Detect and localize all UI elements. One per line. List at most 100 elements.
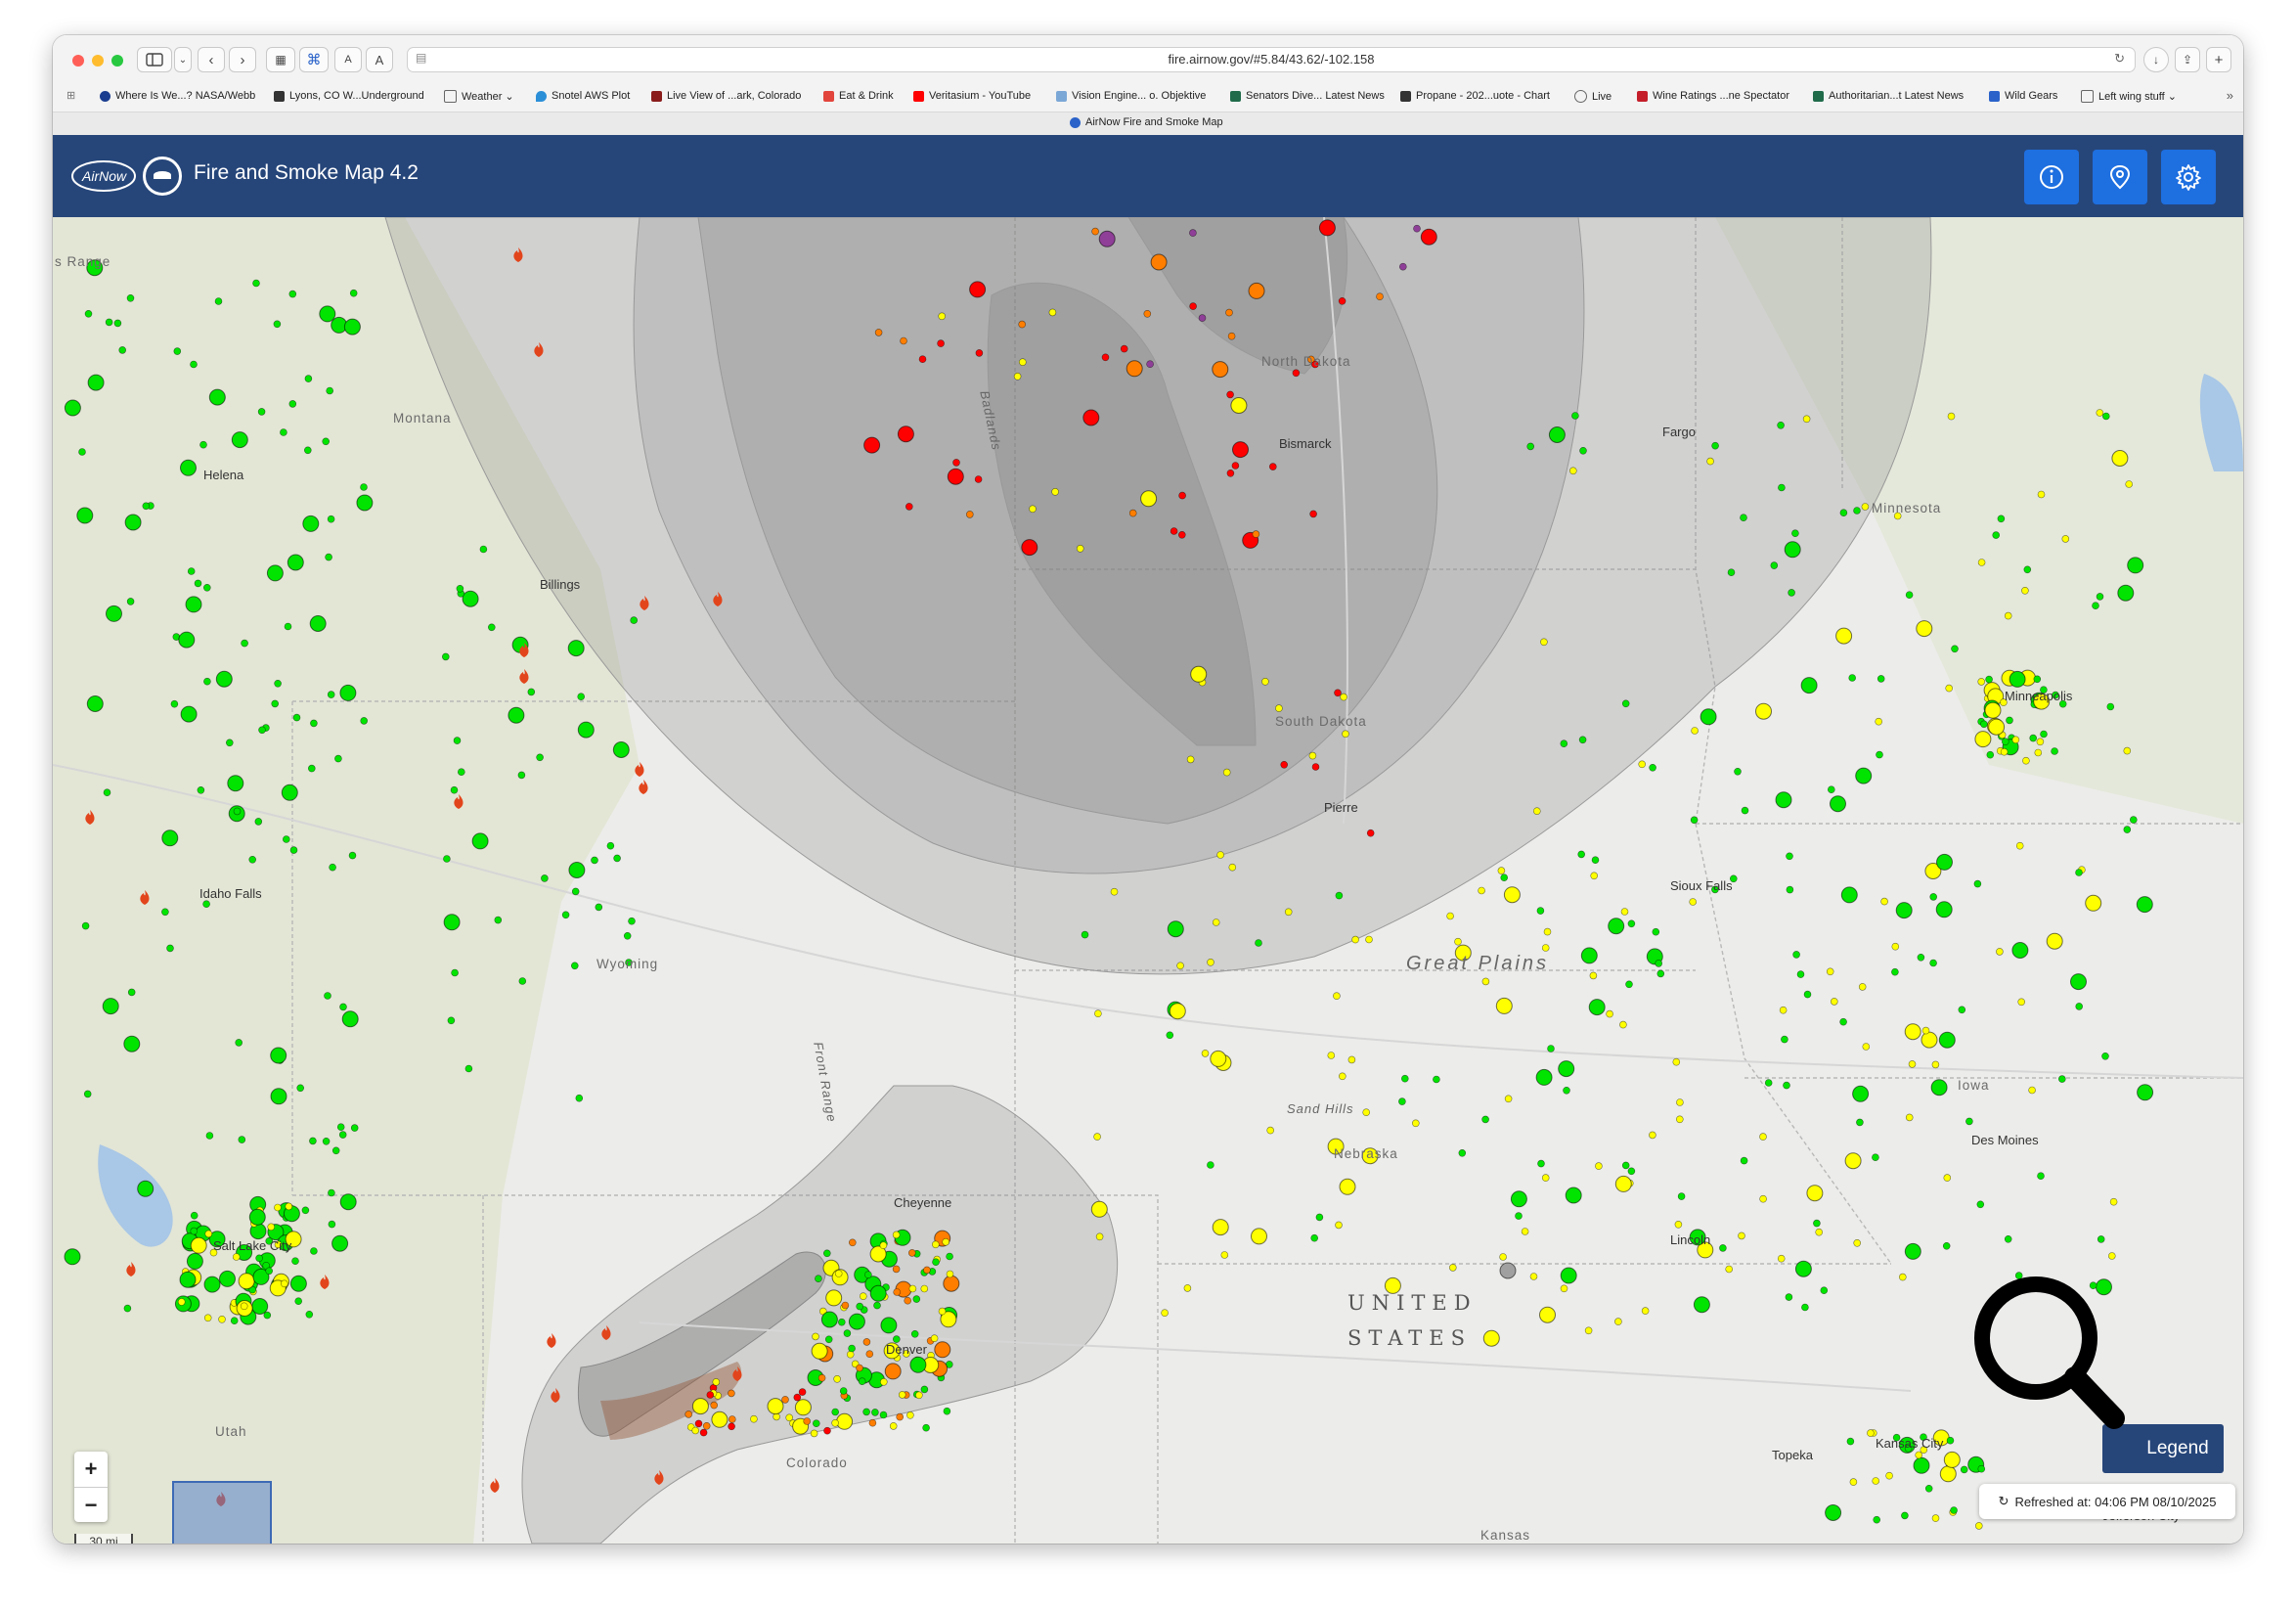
bookmark-item[interactable]: Vision Engine... o. Objektive (1056, 90, 1206, 102)
air-monitor-marker[interactable] (1339, 1072, 1347, 1081)
air-monitor-marker[interactable] (1655, 960, 1662, 967)
air-monitor-marker[interactable] (1535, 1068, 1553, 1086)
air-monitor-marker[interactable] (750, 1414, 758, 1423)
air-monitor-marker[interactable] (571, 887, 580, 896)
air-monitor-marker[interactable] (706, 1391, 715, 1399)
air-monitor-marker[interactable] (1560, 739, 1568, 748)
air-monitor-marker[interactable] (2000, 747, 2009, 756)
air-monitor-marker[interactable] (1449, 1264, 1457, 1272)
air-monitor-marker[interactable] (265, 1267, 273, 1276)
air-monitor-marker[interactable] (1951, 645, 1959, 653)
air-monitor-marker[interactable] (1759, 1133, 1767, 1141)
air-monitor-marker[interactable] (1210, 1050, 1227, 1067)
air-monitor-marker[interactable] (1120, 344, 1128, 353)
air-monitor-marker[interactable] (1539, 1306, 1556, 1323)
air-monitor-marker[interactable] (879, 1378, 888, 1386)
air-monitor-marker[interactable] (1672, 1057, 1681, 1066)
air-monitor-marker[interactable] (1433, 1075, 1440, 1084)
air-monitor-marker[interactable] (204, 1230, 213, 1238)
air-monitor-marker[interactable] (349, 289, 358, 297)
air-monitor-marker[interactable] (350, 1124, 359, 1132)
air-monitor-marker[interactable] (1885, 1471, 1893, 1480)
air-monitor-marker[interactable] (319, 305, 336, 323)
air-monitor-marker[interactable] (203, 1276, 221, 1293)
air-monitor-marker[interactable] (1563, 1086, 1570, 1095)
air-monitor-marker[interactable] (1891, 942, 1900, 951)
air-monitor-marker[interactable] (848, 1344, 856, 1353)
air-monitor-marker[interactable] (863, 436, 881, 454)
air-monitor-marker[interactable] (1826, 967, 1834, 976)
air-monitor-marker[interactable] (577, 721, 595, 739)
air-monitor-marker[interactable] (1101, 353, 1110, 362)
air-monitor-marker[interactable] (810, 1429, 818, 1438)
bookmark-item[interactable]: Left wing stuff ⌄ (2081, 90, 2177, 103)
air-monitor-marker[interactable] (343, 318, 361, 336)
air-monitor-marker[interactable] (102, 998, 119, 1015)
air-monitor-marker[interactable] (287, 554, 304, 571)
air-monitor-marker[interactable] (2097, 1235, 2105, 1243)
air-monitor-marker[interactable] (943, 1275, 960, 1292)
air-monitor-marker[interactable] (187, 567, 196, 575)
air-monitor-marker[interactable] (859, 1292, 867, 1300)
air-monitor-marker[interactable] (938, 312, 947, 321)
air-monitor-marker[interactable] (1755, 702, 1772, 720)
air-monitor-marker[interactable] (1186, 755, 1195, 764)
air-monitor-marker[interactable] (1958, 1006, 1966, 1014)
air-monitor-marker[interactable] (874, 329, 883, 336)
air-monitor-marker[interactable] (2004, 611, 2012, 620)
air-monitor-marker[interactable] (190, 1227, 199, 1235)
air-monitor-marker[interactable] (2029, 734, 2037, 742)
bookmark-item[interactable]: Wine Ratings ...ne Spectator (1637, 90, 1789, 102)
air-monitor-marker[interactable] (281, 1279, 288, 1288)
air-monitor-marker[interactable] (1309, 510, 1317, 518)
air-monitor-marker[interactable] (1251, 1228, 1267, 1245)
air-monitor-marker[interactable] (1082, 409, 1100, 426)
air-monitor-marker[interactable] (2022, 756, 2030, 765)
air-monitor-marker[interactable] (1801, 1303, 1809, 1312)
air-monitor-marker[interactable] (1481, 977, 1490, 986)
air-monitor-marker[interactable] (1201, 1050, 1210, 1057)
air-monitor-marker[interactable] (1178, 530, 1186, 539)
air-monitor-marker[interactable] (691, 1426, 700, 1435)
shortcut-button[interactable]: ⌘ (299, 47, 329, 72)
air-monitor-marker[interactable] (1778, 483, 1786, 492)
air-monitor-marker[interactable] (240, 1302, 248, 1311)
air-monitor-marker[interactable] (1677, 1192, 1686, 1200)
air-monitor-marker[interactable] (1275, 704, 1283, 712)
air-monitor-marker[interactable] (856, 1364, 863, 1372)
air-monitor-marker[interactable] (447, 1016, 456, 1025)
air-monitor-marker[interactable] (918, 355, 927, 363)
air-monitor-marker[interactable] (1510, 1190, 1527, 1208)
air-monitor-marker[interactable] (2058, 1075, 2066, 1083)
air-monitor-marker[interactable] (331, 1234, 349, 1252)
air-monitor-marker[interactable] (1021, 539, 1038, 557)
air-monitor-marker[interactable] (487, 623, 496, 632)
air-monitor-marker[interactable] (305, 1311, 314, 1319)
air-monitor-marker[interactable] (931, 1240, 940, 1249)
air-monitor-marker[interactable] (1495, 997, 1513, 1014)
air-monitor-marker[interactable] (1351, 935, 1359, 944)
air-monitor-marker[interactable] (1690, 816, 1699, 825)
air-monitor-marker[interactable] (1318, 219, 1336, 237)
air-monitor-marker[interactable] (1803, 990, 1812, 999)
air-monitor-marker[interactable] (1541, 1174, 1550, 1182)
air-monitor-marker[interactable] (126, 598, 135, 605)
air-monitor-marker[interactable] (781, 1396, 789, 1404)
air-monitor-marker[interactable] (1183, 1284, 1192, 1292)
air-monitor-marker[interactable] (862, 1338, 871, 1346)
air-monitor-marker[interactable] (1770, 561, 1779, 569)
air-monitor-marker[interactable] (2051, 747, 2058, 755)
air-monitor-marker[interactable] (331, 1146, 340, 1155)
air-monitor-marker[interactable] (274, 1203, 282, 1212)
air-monitor-marker[interactable] (1212, 918, 1220, 926)
air-monitor-marker[interactable] (64, 1248, 81, 1266)
air-monitor-marker[interactable] (84, 310, 93, 318)
air-monitor-marker[interactable] (1018, 320, 1027, 329)
air-monitor-marker[interactable] (1936, 853, 1953, 871)
air-monitor-marker[interactable] (161, 908, 169, 917)
air-monitor-marker[interactable] (441, 652, 450, 661)
air-monitor-marker[interactable] (2092, 602, 2099, 610)
air-monitor-marker[interactable] (1232, 441, 1249, 459)
air-monitor-marker[interactable] (255, 1254, 263, 1263)
air-monitor-marker[interactable] (1853, 1239, 1861, 1247)
